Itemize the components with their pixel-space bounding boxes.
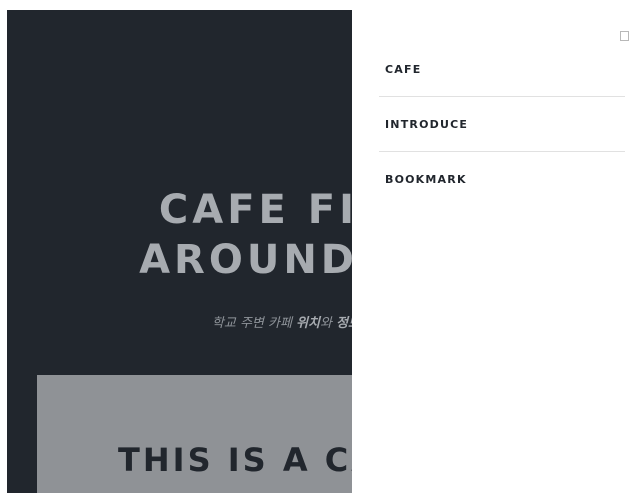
- hero-subtitle-text-2: 와: [319, 316, 337, 331]
- intro-title: THIS IS A CA: [118, 441, 352, 479]
- nav-item-cafe[interactable]: CAFE: [379, 42, 625, 97]
- hero-title-line-2: AROUND: [139, 237, 352, 283]
- intro-section: THIS IS A CA: [37, 375, 352, 493]
- nav-link-cafe[interactable]: CAFE: [385, 63, 421, 76]
- hero-subtitle-bold-2: 정보: [336, 316, 352, 331]
- nav-menu: CAFE INTRODUCE BOOKMARK: [379, 42, 625, 207]
- nav-link-introduce[interactable]: INTRODUCE: [385, 118, 468, 131]
- hero-subtitle: 학교 주변 카페 위치와 정보: [212, 312, 352, 331]
- hero-subtitle-bold-1: 위치: [296, 316, 320, 331]
- nav-drawer: CAFE INTRODUCE BOOKMARK: [352, 0, 637, 493]
- hero-subtitle-text-1: 학교 주변 카페: [211, 316, 297, 331]
- page-background: CAFE FI AROUND 학교 주변 카페 위치와 정보 THIS IS A…: [7, 10, 352, 493]
- nav-item-introduce[interactable]: INTRODUCE: [379, 97, 625, 152]
- nav-item-bookmark[interactable]: BOOKMARK: [379, 152, 625, 207]
- close-icon[interactable]: [620, 31, 629, 41]
- hero-title-line-1: CAFE FI: [158, 187, 352, 233]
- nav-link-bookmark[interactable]: BOOKMARK: [385, 173, 467, 186]
- hero-title: CAFE FI AROUND: [139, 185, 352, 285]
